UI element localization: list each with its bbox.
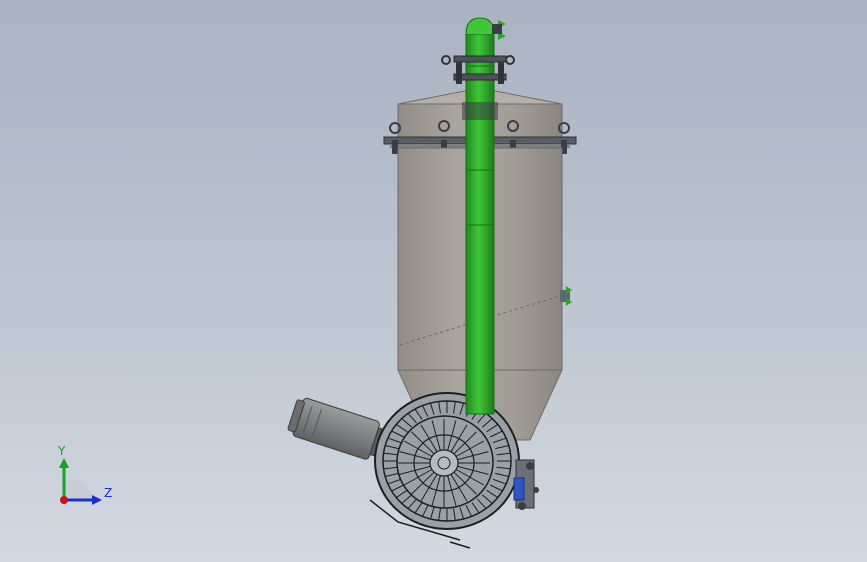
z-axis-arrowhead (92, 495, 102, 505)
coordinate-triad-icon: Y Z (57, 444, 112, 505)
z-axis-label: Z (104, 486, 112, 500)
triad-origin (60, 496, 68, 504)
cad-viewport[interactable]: Y Z (0, 0, 867, 562)
y-axis-arrowhead (59, 458, 69, 468)
y-axis-label: Y (57, 444, 66, 458)
